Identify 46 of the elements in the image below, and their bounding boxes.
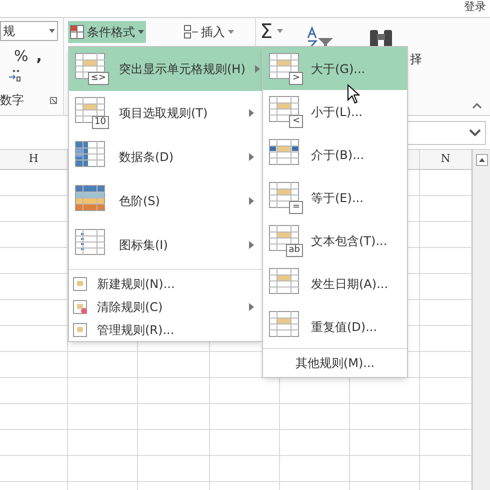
find-select-label: 择 — [410, 51, 422, 68]
insert-cells-icon — [184, 25, 198, 39]
menu-item[interactable]: 色阶(S) — [69, 179, 262, 223]
collapse-ribbon-icon[interactable] — [472, 103, 482, 109]
number-group-label: 数字 — [0, 92, 24, 109]
menu-item[interactable]: ab 文本包含(T)... — [263, 219, 407, 262]
menu-item[interactable]: 新建规则(N)... — [69, 272, 262, 295]
menu-item[interactable]: 10 项目选取规则(T) — [69, 91, 262, 135]
menu-item[interactable]: < 小于(L)... — [263, 90, 407, 133]
decimal-icon[interactable] — [8, 69, 22, 83]
insert-button[interactable]: 插入 — [184, 22, 234, 42]
scroll-up-icon[interactable] — [476, 154, 488, 166]
icon-badge: = — [289, 200, 303, 214]
menu-item[interactable]: 图标集(I) — [69, 223, 262, 267]
percent-button[interactable]: % — [14, 47, 28, 65]
icon-badge: 10 — [92, 116, 109, 129]
mouse-cursor-icon — [347, 84, 360, 104]
comma-button[interactable]: , — [36, 47, 42, 65]
icon-badge: < — [289, 114, 303, 128]
icon-badge: ab — [286, 244, 303, 256]
more-rules-item[interactable]: 其他规则(M)... — [263, 349, 407, 377]
conditional-format-button[interactable]: 条件格式 — [68, 21, 146, 43]
table-icon — [70, 25, 84, 39]
column-header[interactable]: H — [28, 151, 38, 168]
icon-badge: ≤> — [88, 72, 109, 85]
menu-item[interactable]: 清除规则(C) — [69, 295, 262, 318]
menu-item[interactable]: 介于(B)... — [263, 133, 407, 176]
expand-chevron-icon — [469, 128, 481, 136]
vertical-scrollbar[interactable] — [472, 150, 490, 490]
menu-item[interactable]: 数据条(D) — [69, 135, 262, 179]
menu-item[interactable]: 发生日期(A)... — [263, 262, 407, 305]
dropdown-caret-icon — [49, 29, 55, 33]
caret-icon — [276, 29, 283, 33]
column-header[interactable]: N — [440, 151, 450, 168]
login-link[interactable]: 登录 — [464, 0, 486, 13]
menu-item[interactable]: > 大于(G)... — [263, 47, 407, 90]
menu-item[interactable]: = 等于(E)... — [263, 176, 407, 219]
sum-button[interactable]: Σ — [260, 20, 283, 42]
menu-item[interactable]: 重复值(D)... — [263, 305, 407, 348]
caret-icon — [228, 30, 234, 34]
number-format-dropdown[interactable]: 规 — [0, 21, 58, 41]
menu-item[interactable]: ≤> 突出显示单元格规则(H) — [69, 47, 262, 91]
menu-item[interactable]: 管理规则(R)... — [69, 318, 262, 341]
caret-icon — [138, 30, 144, 34]
icon-badge: > — [289, 72, 303, 84]
dialog-launcher-icon[interactable] — [50, 96, 57, 104]
